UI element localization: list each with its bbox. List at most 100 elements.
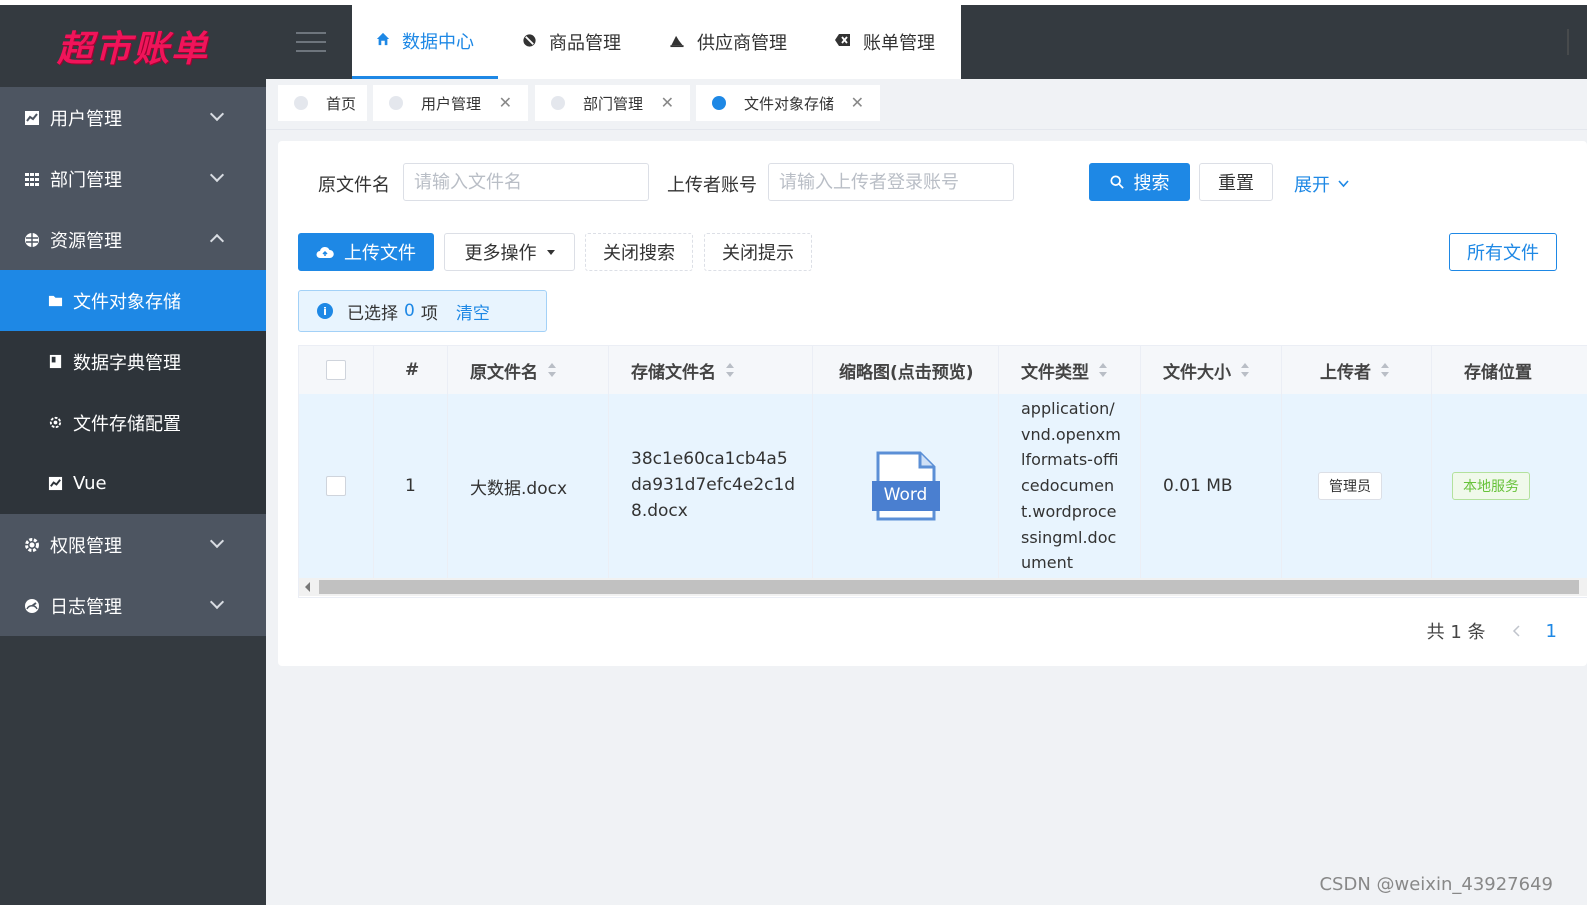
chevron-down-icon <box>209 594 225 610</box>
topnav-label: 商品管理 <box>549 33 621 54</box>
sort-icon[interactable] <box>548 363 556 377</box>
main-card: 原文件名 上传者账号 搜索 重置 展开 上传文件 更多操作 关闭搜索 关闭提示 … <box>278 141 1587 666</box>
topnav-label: 账单管理 <box>863 33 935 54</box>
col-original-name[interactable]: 原文件名 <box>448 346 609 394</box>
topnav-suppliers[interactable]: 供应商管理 <box>645 5 811 79</box>
selected-count: 0 <box>404 301 415 321</box>
more-actions-label: 更多操作 <box>464 243 537 264</box>
sidebar-item-permissions[interactable]: 权限管理 <box>0 514 266 575</box>
word-file-icon[interactable]: Word <box>871 451 940 521</box>
top-header: 数据中心 商品管理 供应商管理 账单管理 <box>266 5 1587 79</box>
sort-icon[interactable] <box>726 363 734 377</box>
row-select-cell <box>299 394 374 578</box>
sidebar-item-users[interactable]: 用户管理 <box>0 87 266 148</box>
expand-button[interactable]: 展开 <box>1294 171 1349 197</box>
truck-icon <box>669 33 685 52</box>
sort-icon[interactable] <box>1381 363 1389 377</box>
row-thumbnail[interactable]: Word <box>813 394 999 578</box>
prev-page-icon[interactable] <box>1512 625 1520 637</box>
sort-icon[interactable] <box>1099 363 1107 377</box>
location-badge: 本地服务 <box>1452 472 1530 500</box>
sidebar: 超市账单 用户管理 部门管理 资源管理 文件对象存储 数据字典管理 文件存储配置… <box>0 5 266 905</box>
tags-view-bar: 首页 用户管理 ✕ 部门管理 ✕ 文件对象存储 ✕ <box>266 79 1587 130</box>
gear-icon <box>24 537 40 553</box>
close-icon[interactable]: ✕ <box>661 93 674 112</box>
more-actions-button[interactable]: 更多操作 <box>444 233 575 271</box>
horizontal-scrollbar[interactable] <box>299 578 1587 596</box>
col-stored-name[interactable]: 存储文件名 <box>609 346 813 394</box>
tag-users[interactable]: 用户管理 ✕ <box>373 85 528 121</box>
sort-icon[interactable] <box>1241 363 1249 377</box>
sidebar-item-label: 权限管理 <box>50 535 122 557</box>
tag-label: 文件对象存储 <box>744 94 835 113</box>
globe-icon <box>24 232 40 248</box>
cloud-upload-icon <box>316 246 334 259</box>
topnav-data-center[interactable]: 数据中心 <box>352 5 498 79</box>
col-index: # <box>374 346 448 394</box>
sidebar-item-vue[interactable]: Vue <box>0 453 266 514</box>
reset-button[interactable]: 重置 <box>1199 163 1273 201</box>
filename-input[interactable] <box>403 163 649 201</box>
all-files-button[interactable]: 所有文件 <box>1449 233 1557 271</box>
close-tip-label: 关闭提示 <box>722 243 794 264</box>
file-table: # 原文件名 存储文件名 缩略图(点击预览) 文件类型 文件大小 上传者 存储位… <box>298 345 1587 598</box>
sidebar-item-label: 数据字典管理 <box>73 352 181 374</box>
gear-icon <box>48 415 63 430</box>
close-icon[interactable]: ✕ <box>499 93 512 112</box>
tag-file-storage[interactable]: 文件对象存储 ✕ <box>696 85 880 121</box>
sidebar-item-departments[interactable]: 部门管理 <box>0 148 266 209</box>
sidebar-item-storage-config[interactable]: 文件存储配置 <box>0 392 266 453</box>
tag-label: 首页 <box>326 94 357 113</box>
close-search-button[interactable]: 关闭搜索 <box>585 233 693 271</box>
close-icon[interactable]: ✕ <box>851 93 864 112</box>
chevron-down-icon <box>209 533 225 549</box>
sidebar-item-file-storage[interactable]: 文件对象存储 <box>0 270 266 331</box>
scrollbar-thumb[interactable] <box>319 580 1579 594</box>
home-icon <box>376 32 390 50</box>
app-logo[interactable]: 超市账单 <box>0 5 266 87</box>
select-all-checkbox[interactable] <box>326 360 346 380</box>
uploader-badge: 管理员 <box>1318 472 1382 500</box>
clear-selection-link[interactable]: 清空 <box>456 299 490 324</box>
folder-icon <box>48 293 63 308</box>
all-files-label: 所有文件 <box>1467 243 1539 264</box>
fullscreen-icon[interactable] <box>1567 29 1587 55</box>
search-button-label: 搜索 <box>1133 173 1170 194</box>
upload-button-label: 上传文件 <box>344 243 416 264</box>
chevron-down-icon <box>209 106 225 122</box>
scroll-left-arrow-icon[interactable] <box>305 582 310 592</box>
chevron-up-icon <box>209 233 225 249</box>
row-checkbox[interactable] <box>326 476 346 496</box>
sidebar-item-label: 资源管理 <box>50 230 122 252</box>
hamburger-icon[interactable] <box>296 32 326 52</box>
upload-button[interactable]: 上传文件 <box>298 233 434 271</box>
col-label: 文件类型 <box>1021 362 1089 383</box>
filename-label: 原文件名 <box>318 175 390 196</box>
search-button[interactable]: 搜索 <box>1089 163 1190 201</box>
sidebar-item-dictionary[interactable]: 数据字典管理 <box>0 331 266 392</box>
tag-dot-icon <box>294 96 308 110</box>
caret-down-icon <box>546 249 555 255</box>
col-label: 存储文件名 <box>631 362 716 383</box>
pagination: 共 1 条 1 <box>1427 618 1557 644</box>
alert-prefix: 已选择 <box>347 303 398 324</box>
top-nav: 数据中心 商品管理 供应商管理 账单管理 <box>352 5 961 79</box>
col-file-type[interactable]: 文件类型 <box>999 346 1141 394</box>
col-uploader[interactable]: 上传者 <box>1282 346 1432 394</box>
row-location: 本地服务 <box>1432 394 1587 578</box>
selection-alert: i 已选择 0 项 清空 <box>298 290 547 332</box>
topnav-label: 供应商管理 <box>697 33 787 54</box>
topnav-products[interactable]: 商品管理 <box>498 5 645 79</box>
close-tip-button[interactable]: 关闭提示 <box>704 233 812 271</box>
sidebar-item-resources[interactable]: 资源管理 <box>0 209 266 270</box>
close-search-label: 关闭搜索 <box>603 243 675 264</box>
topnav-bills[interactable]: 账单管理 <box>811 5 959 79</box>
uploader-input[interactable] <box>768 163 1014 201</box>
sidebar-item-logs[interactable]: 日志管理 <box>0 575 266 636</box>
tag-home[interactable]: 首页 <box>278 85 367 121</box>
tag-departments[interactable]: 部门管理 ✕ <box>535 85 690 121</box>
table-row[interactable]: 1 大数据.docx 38c1e60ca1cb4a5da931d7efc4e2c… <box>299 394 1587 578</box>
chevron-down-icon <box>1338 180 1349 188</box>
col-file-size[interactable]: 文件大小 <box>1141 346 1282 394</box>
page-number-current[interactable]: 1 <box>1546 621 1557 642</box>
